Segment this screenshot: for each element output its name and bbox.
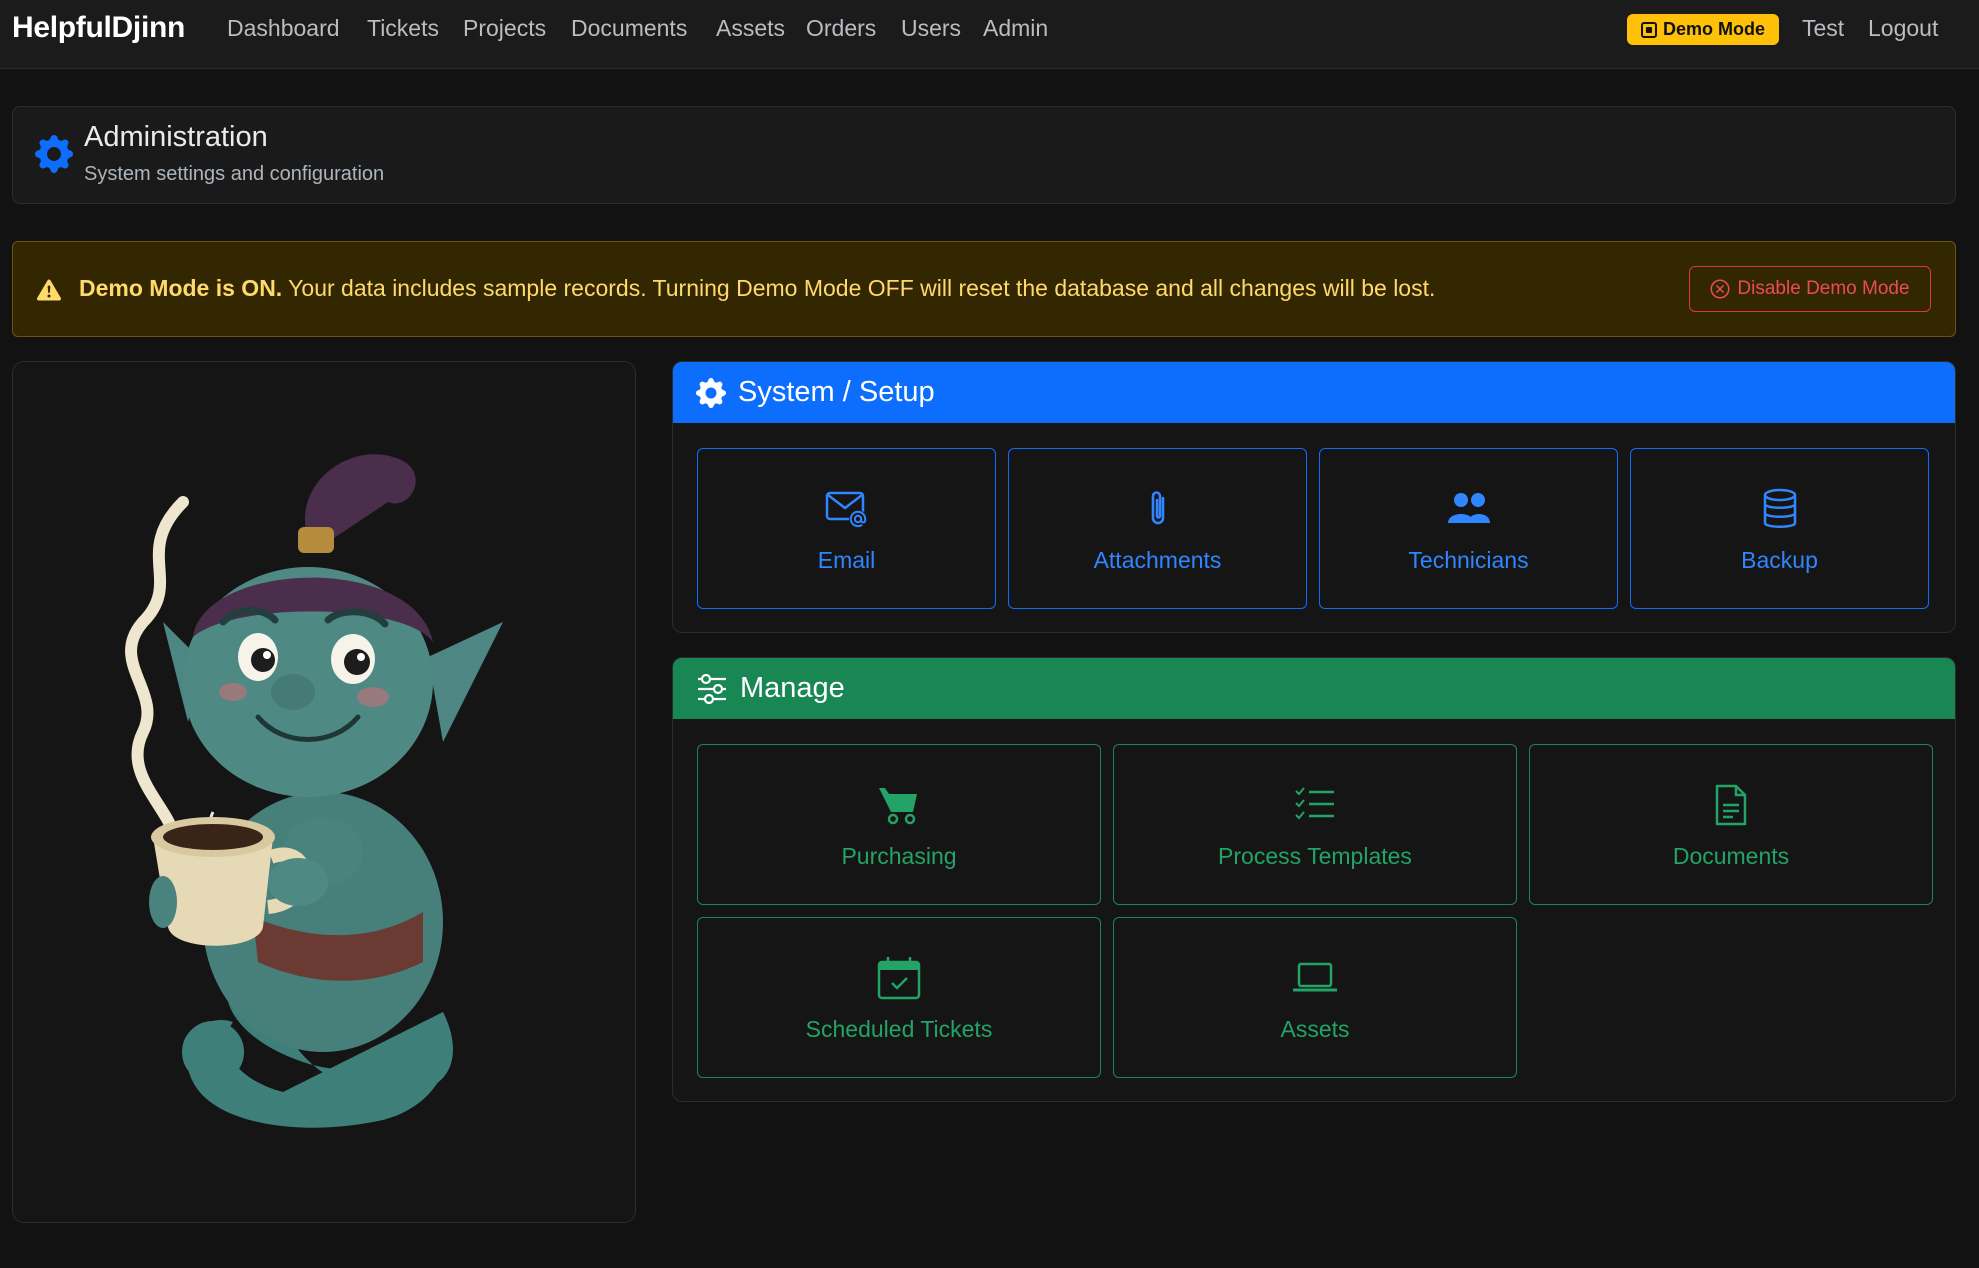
nav-logout-link[interactable]: Logout: [1868, 15, 1938, 42]
x-circle-icon: [1710, 279, 1730, 299]
tile-assets[interactable]: Assets: [1113, 917, 1517, 1078]
cart-icon: [879, 788, 917, 825]
alert-strong-text: Demo Mode is ON.: [79, 275, 283, 301]
laptop-icon: [1293, 962, 1337, 992]
checklist-icon: [1295, 787, 1334, 820]
disable-demo-mode-label: Disable Demo Mode: [1737, 278, 1910, 299]
people-icon: [1447, 493, 1490, 523]
nav-link-assets[interactable]: Assets: [716, 15, 785, 42]
tile-scheduled-tickets[interactable]: Scheduled Tickets: [697, 917, 1101, 1078]
tile-backup-label: Backup: [1741, 547, 1818, 573]
manage-header: Manage: [673, 658, 1955, 719]
genie-mascot-illustration: [125, 454, 503, 1128]
demo-mode-badge: Demo Mode: [1627, 14, 1779, 45]
tile-assets-label: Assets: [1280, 1016, 1350, 1042]
mascot-card: [12, 361, 636, 1223]
tile-process-templates[interactable]: Process Templates: [1113, 744, 1517, 905]
disable-demo-mode-button[interactable]: Disable Demo Mode: [1689, 266, 1931, 312]
nav-link-dashboard[interactable]: Dashboard: [227, 15, 340, 42]
sliders-icon: [698, 673, 726, 704]
demo-mode-alert: Demo Mode is ON. Your data includes samp…: [12, 241, 1956, 337]
tile-email[interactable]: Email: [697, 448, 996, 609]
page-title: Administration: [84, 121, 268, 153]
demo-mode-badge-label: Demo Mode: [1662, 19, 1765, 39]
tile-backup[interactable]: Backup: [1630, 448, 1929, 609]
email-at-icon: [825, 491, 867, 528]
system-setup-title: System / Setup: [738, 376, 935, 408]
nav-link-documents[interactable]: Documents: [571, 15, 687, 42]
gear-icon: [696, 377, 726, 408]
calendar-check-icon: [877, 957, 921, 1000]
tile-email-label: Email: [817, 547, 876, 573]
page-header-card: Administration System settings and confi…: [12, 106, 1956, 204]
tile-scheduled-tickets-label: Scheduled Tickets: [805, 1016, 993, 1042]
top-navbar: HelpfulDjinn Dashboard Tickets Projects …: [0, 0, 1979, 69]
chip-icon: [1640, 21, 1657, 38]
tile-technicians-label: Technicians: [1408, 547, 1529, 573]
alert-message: Demo Mode is ON. Your data includes samp…: [79, 275, 1435, 302]
nav-link-projects[interactable]: Projects: [463, 15, 546, 42]
tile-attachments-label: Attachments: [1093, 547, 1222, 573]
nav-link-admin[interactable]: Admin: [983, 15, 1048, 42]
warning-triangle-icon: [37, 279, 62, 301]
document-icon: [1715, 784, 1747, 826]
gear-icon: [35, 135, 73, 173]
tile-attachments[interactable]: Attachments: [1008, 448, 1307, 609]
nav-link-orders[interactable]: Orders: [806, 15, 876, 42]
page-subtitle: System settings and configuration: [84, 163, 385, 185]
tile-technicians[interactable]: Technicians: [1319, 448, 1618, 609]
tile-documents[interactable]: Documents: [1529, 744, 1933, 905]
system-setup-header: System / Setup: [673, 362, 1955, 423]
nav-link-users[interactable]: Users: [901, 15, 961, 42]
brand-logo[interactable]: HelpfulDjinn: [12, 11, 185, 45]
tile-documents-label: Documents: [1672, 843, 1790, 869]
database-icon: [1763, 488, 1796, 528]
tile-purchasing[interactable]: Purchasing: [697, 744, 1101, 905]
system-setup-section: System / Setup Email Attachments Technic…: [672, 361, 1956, 633]
tile-purchasing-label: Purchasing: [841, 843, 957, 869]
manage-title: Manage: [740, 672, 845, 704]
nav-link-tickets[interactable]: Tickets: [367, 15, 439, 42]
alert-body-text: Your data includes sample records. Turni…: [282, 275, 1436, 301]
tile-process-templates-label: Process Templates: [1218, 843, 1412, 869]
paperclip-icon: [1151, 491, 1164, 525]
nav-user-link[interactable]: Test: [1802, 15, 1844, 42]
manage-section: Manage Purchasing Process Templates Docu…: [672, 657, 1956, 1102]
